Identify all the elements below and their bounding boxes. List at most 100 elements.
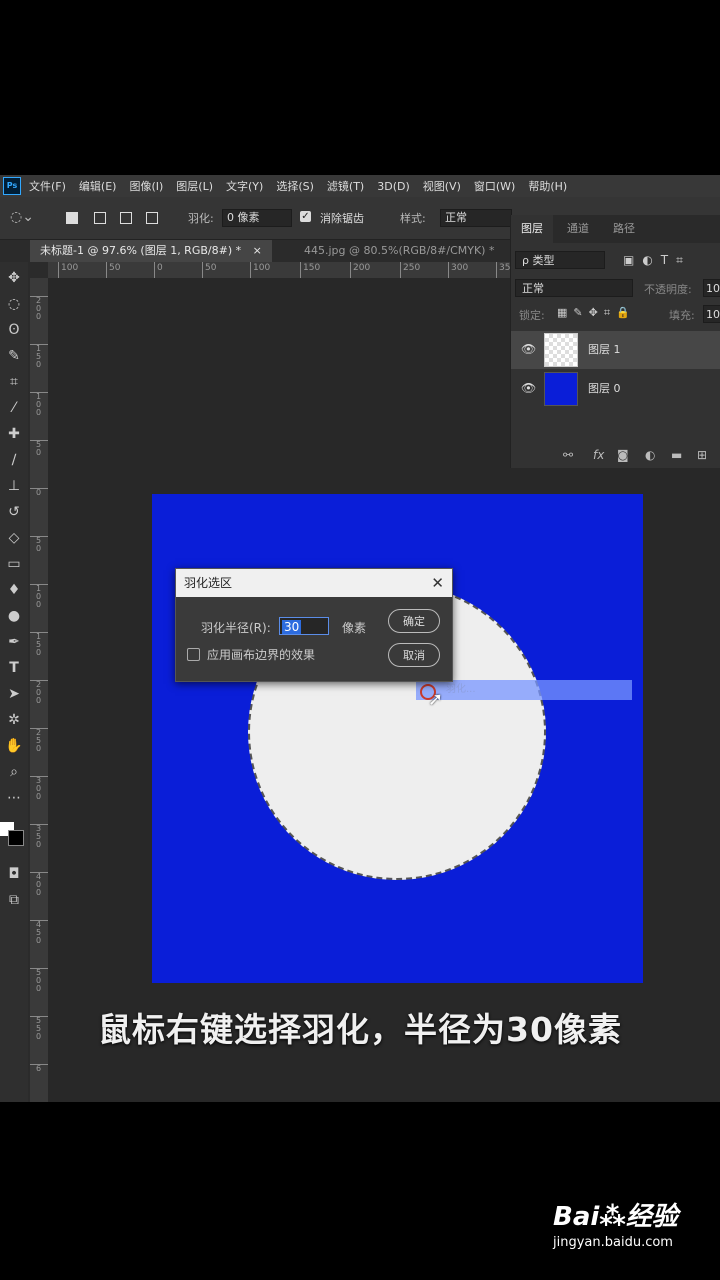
tools-panel: ✥ ◌ ʘ ✎ ⌗ ⁄ ✚ ∕ ⊥ ↺ ◇ ▭ ♦ ● ✒ T ➤ ✲ ✋ ⌕ …: [0, 262, 28, 1102]
adjustment-icon[interactable]: ◐: [645, 448, 655, 462]
menu-file[interactable]: 文件(F): [29, 178, 66, 194]
ruler-tick: 1 5 0: [30, 632, 48, 657]
style-label: 样式:: [400, 212, 426, 225]
lock-icons[interactable]: ▦✎✥⌗🔒: [557, 306, 636, 320]
ruler-tick: 3 5 0: [30, 824, 48, 849]
tab-channels[interactable]: 通道: [557, 215, 599, 243]
background-color-swatch[interactable]: [8, 830, 24, 846]
blur-tool-icon[interactable]: ♦: [4, 580, 24, 600]
mask-icon[interactable]: ◙: [617, 448, 629, 462]
brush-tool-icon[interactable]: ∕: [4, 450, 24, 470]
feather-radius-input[interactable]: 30: [279, 617, 329, 635]
new-selection-icon[interactable]: [66, 212, 78, 224]
ruler-tick: 0: [30, 488, 48, 497]
ruler-tick: 4 0 0: [30, 872, 48, 897]
more-tools-icon[interactable]: ⋯: [4, 788, 24, 808]
cancel-button[interactable]: 取消: [388, 643, 440, 667]
move-tool-icon[interactable]: ✥: [4, 268, 24, 288]
link-icon[interactable]: ⚯: [563, 448, 573, 462]
menu-filter[interactable]: 滤镜(T): [327, 178, 364, 194]
menu-edit[interactable]: 编辑(E): [79, 178, 117, 194]
lasso-tool-icon[interactable]: ʘ: [4, 320, 24, 340]
eraser-tool-icon[interactable]: ◇: [4, 528, 24, 548]
context-menu-feather-item[interactable]: 羽化...: [416, 680, 632, 700]
canvas-bounds-checkbox[interactable]: [187, 648, 200, 661]
blend-mode-select[interactable]: 正常: [515, 279, 633, 297]
close-icon[interactable]: ✕: [431, 569, 444, 597]
unit-label: 像素: [342, 621, 367, 635]
healing-brush-tool-icon[interactable]: ✚: [4, 424, 24, 444]
eye-icon[interactable]: 👁: [521, 342, 536, 356]
eyedropper-tool-icon[interactable]: ⁄: [4, 398, 24, 418]
antialias-checkbox[interactable]: ✓: [300, 211, 311, 222]
crop-tool-icon[interactable]: ⌗: [4, 372, 24, 392]
layer-filter-select[interactable]: ρ 类型: [515, 251, 605, 269]
ruler-tick: 300: [448, 262, 468, 278]
feather-selection-dialog: 羽化选区 ✕ 羽化半径(R): 30 像素 应用画布边界的效果 确定 取消: [175, 568, 453, 682]
layer-thumbnail: [544, 333, 578, 367]
new-layer-icon[interactable]: ⊞: [697, 448, 707, 462]
intersect-selection-icon[interactable]: [146, 212, 158, 224]
history-brush-tool-icon[interactable]: ↺: [4, 502, 24, 522]
menu-type[interactable]: 文字(Y): [226, 178, 263, 194]
zoom-tool-icon[interactable]: ⌕: [4, 762, 24, 782]
feather-input[interactable]: 0 像素: [222, 209, 292, 227]
path-select-tool-icon[interactable]: ➤: [4, 684, 24, 704]
tab-layers[interactable]: 图层: [511, 215, 553, 243]
opacity-label: 不透明度:: [644, 283, 692, 296]
tab-label: 未标题-1 @ 97.6% (图层 1, RGB/8#) *: [40, 244, 242, 257]
ruler-tick: 5 0 0: [30, 968, 48, 993]
ellipse-marquee-icon[interactable]: ◌⌄: [10, 209, 34, 225]
watermark-logo: Bai⁂经验: [553, 1202, 678, 1232]
menu-3d[interactable]: 3D(D): [377, 180, 410, 193]
menu-layer[interactable]: 图层(L): [176, 178, 213, 194]
filter-icons[interactable]: ▣◐T⌗: [623, 253, 691, 268]
opacity-input[interactable]: 10: [703, 279, 720, 297]
layer-row-1[interactable]: 👁 图层 1: [511, 331, 720, 369]
quick-select-tool-icon[interactable]: ✎: [4, 346, 24, 366]
menu-window[interactable]: 窗口(W): [474, 178, 515, 194]
add-selection-icon[interactable]: [94, 212, 106, 224]
quick-mask-icon[interactable]: ◘: [4, 864, 24, 884]
layer-name: 图层 1: [588, 343, 621, 356]
baidu-jingyan-watermark: Bai⁂经验 jingyan.baidu.com: [553, 1196, 713, 1266]
folder-icon[interactable]: ▬: [671, 448, 682, 462]
menu-image[interactable]: 图像(I): [129, 178, 163, 194]
dialog-titlebar: 羽化选区 ✕: [176, 569, 452, 597]
pen-tool-icon[interactable]: ✒: [4, 632, 24, 652]
dodge-tool-icon[interactable]: ●: [4, 606, 24, 626]
ruler-tick: 50: [106, 262, 120, 278]
ok-button[interactable]: 确定: [388, 609, 440, 633]
tab-paths[interactable]: 路径: [603, 215, 645, 243]
ruler-tick: 1 5 0: [30, 344, 48, 369]
gradient-tool-icon[interactable]: ▭: [4, 554, 24, 574]
antialias-label: 消除锯齿: [320, 212, 364, 225]
marquee-tool-icon[interactable]: ◌: [4, 294, 24, 314]
tab-close-icon[interactable]: ×: [253, 244, 262, 257]
type-tool-icon[interactable]: T: [4, 658, 24, 678]
layer-name: 图层 0: [588, 382, 621, 395]
hand-tool-icon[interactable]: ✋: [4, 736, 24, 756]
fill-input[interactable]: 10: [703, 305, 720, 323]
layer-row-0[interactable]: 👁 图层 0: [511, 370, 720, 408]
shape-tool-icon[interactable]: ✲: [4, 710, 24, 730]
subtract-selection-icon[interactable]: [120, 212, 132, 224]
tab-445-jpg[interactable]: 445.jpg @ 80.5%(RGB/8#/CMYK) *: [294, 240, 504, 262]
ruler-tick: 5 0: [30, 440, 48, 457]
menu-select[interactable]: 选择(S): [276, 178, 314, 194]
ruler-tick: 4 5 0: [30, 920, 48, 945]
photoshop-window: Ps 文件(F) 编辑(E) 图像(I) 图层(L) 文字(Y) 选择(S) 滤…: [0, 175, 720, 1102]
style-select[interactable]: 正常: [440, 209, 512, 227]
eye-icon[interactable]: 👁: [521, 381, 536, 395]
ruler-tick: 3 0 0: [30, 776, 48, 801]
clone-stamp-tool-icon[interactable]: ⊥: [4, 476, 24, 496]
mouse-cursor-icon: ➚: [428, 689, 444, 710]
menu-help[interactable]: 帮助(H): [528, 178, 567, 194]
ruler-tick: 0: [154, 262, 163, 278]
menu-view[interactable]: 视图(V): [423, 178, 461, 194]
menu-bar: Ps 文件(F) 编辑(E) 图像(I) 图层(L) 文字(Y) 选择(S) 滤…: [0, 175, 720, 197]
fx-icon[interactable]: fx: [593, 448, 604, 462]
tab-untitled-1[interactable]: 未标题-1 @ 97.6% (图层 1, RGB/8#) * ×: [30, 240, 272, 262]
feather-radius-label: 羽化半径(R):: [201, 621, 271, 635]
screen-mode-icon[interactable]: ⧉: [4, 890, 24, 910]
